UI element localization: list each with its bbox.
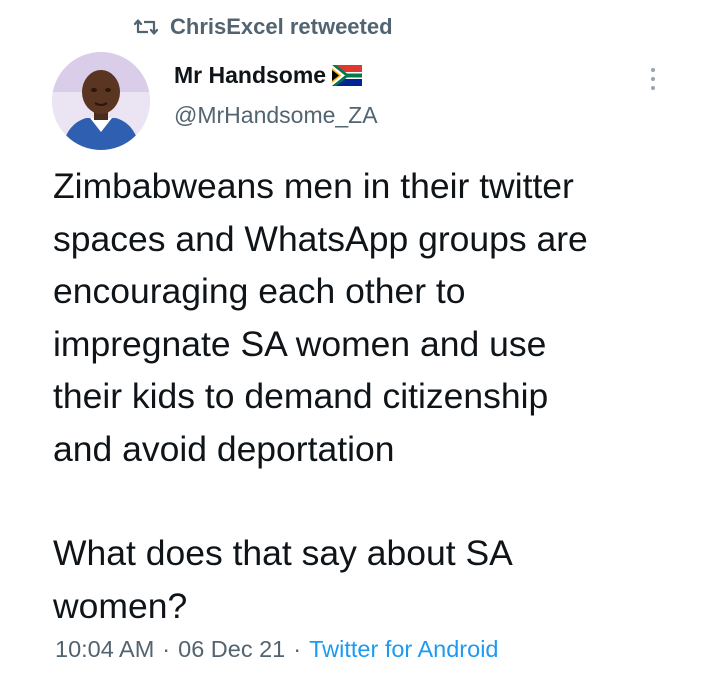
tweet-date[interactable]: 06 Dec 21 [178, 636, 285, 663]
author-handle[interactable]: @MrHandsome_ZA [174, 102, 378, 129]
tweet-source-link[interactable]: Twitter for Android [309, 636, 498, 663]
retweet-label: ChrisExcel retweeted [170, 14, 393, 39]
meta-separator: · [293, 636, 302, 662]
more-dot [651, 77, 655, 81]
more-options-button[interactable] [642, 62, 664, 96]
retweet-icon [134, 17, 158, 37]
tweet-card[interactable]: ChrisExcel retweeted Mr Handsome @MrHand… [0, 0, 720, 691]
tweet-time[interactable]: 10:04 AM [55, 636, 154, 663]
more-dot [651, 68, 655, 72]
author-name[interactable]: Mr Handsome [174, 62, 326, 89]
retweet-context[interactable]: ChrisExcel retweeted [134, 12, 393, 42]
avatar-image [52, 52, 150, 150]
more-dot [651, 86, 655, 90]
author-name-row[interactable]: Mr Handsome [174, 62, 363, 89]
tweet-paragraph: What does that say about SA women? [53, 533, 513, 626]
south-africa-flag-icon [332, 65, 363, 86]
meta-separator: · [162, 636, 171, 662]
avatar[interactable] [52, 52, 150, 150]
tweet-meta: 10:04 AM · 06 Dec 21 · Twitter for Andro… [55, 636, 498, 663]
tweet-paragraph: Zimbabweans men in their twitter spaces … [53, 166, 588, 469]
tweet-text: Zimbabweans men in their twitter spaces … [53, 160, 693, 632]
